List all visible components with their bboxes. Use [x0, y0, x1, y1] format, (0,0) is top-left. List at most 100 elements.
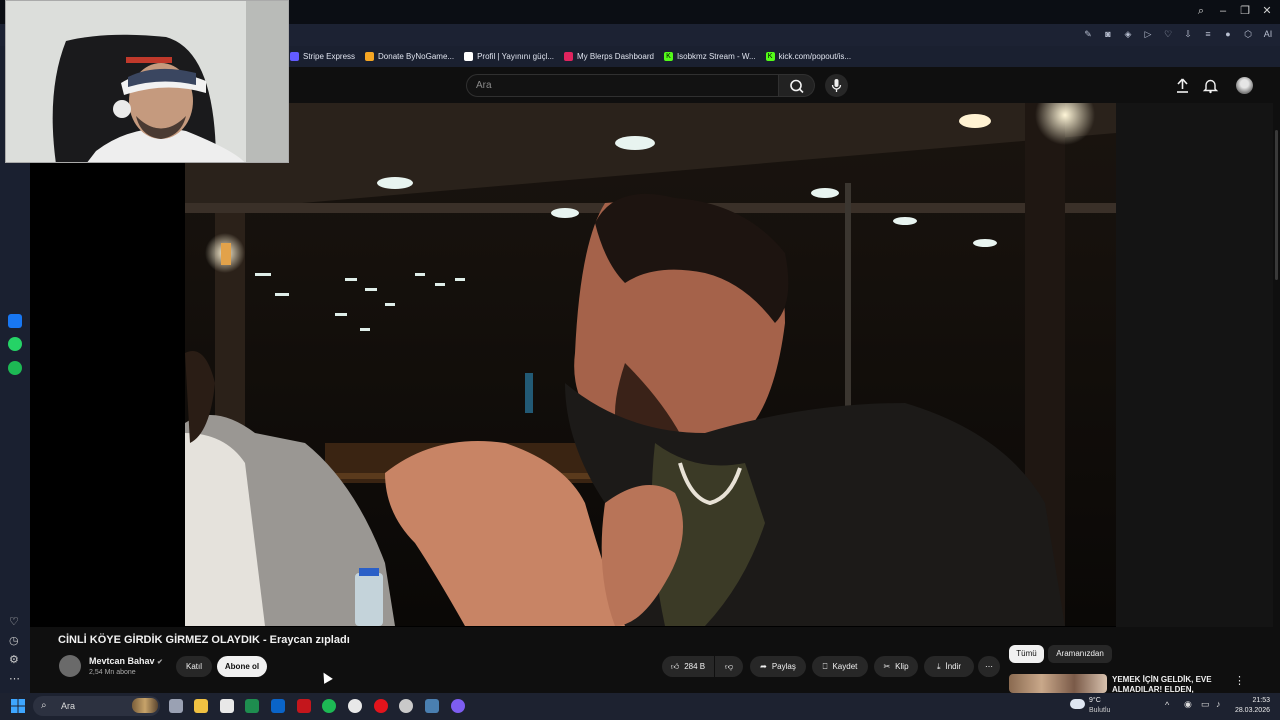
- bookmark-item[interactable]: Stripe Express: [290, 52, 355, 61]
- recommendation-thumbnail[interactable]: [1009, 674, 1107, 693]
- more-icon[interactable]: ⋯: [9, 672, 20, 685]
- scrollbar-thumb[interactable]: [1275, 130, 1278, 280]
- channel-avatar[interactable]: [59, 655, 81, 677]
- camera-icon[interactable]: ◙: [1102, 28, 1114, 40]
- share-button[interactable]: ➦ Paylaş: [750, 656, 806, 677]
- bookmark-icon: ⎕: [822, 662, 828, 671]
- excel-icon[interactable]: [245, 699, 259, 713]
- chip-from-searches[interactable]: Aramanızdan: [1048, 645, 1112, 663]
- steam-icon[interactable]: [425, 699, 439, 713]
- video-scene: [185, 103, 1116, 626]
- settings-icon[interactable]: ⚙: [9, 653, 19, 666]
- subscribe-button[interactable]: Abone ol: [217, 656, 267, 677]
- bookmark-label: Stripe Express: [303, 52, 356, 61]
- bookmark-item[interactable]: Donate ByNoGame...: [365, 52, 454, 61]
- microphone-icon[interactable]: ◉: [1184, 699, 1192, 710]
- bookmark-item[interactable]: My Blerps Dashboard: [564, 52, 654, 61]
- thumbs-up-icon: 👍︎: [670, 662, 680, 671]
- bookmark-label: Isobkmz Stream - W...: [676, 52, 756, 61]
- clip-button[interactable]: ✂ Klip: [874, 656, 918, 677]
- search-button[interactable]: [779, 74, 815, 97]
- upload-icon[interactable]: [1174, 77, 1191, 94]
- bynogame-icon: [365, 52, 375, 61]
- heart-icon[interactable]: ♡: [1162, 28, 1174, 40]
- messenger-icon[interactable]: [8, 314, 22, 328]
- ai-button[interactable]: AI: [1262, 28, 1274, 40]
- file-explorer-icon[interactable]: [194, 699, 208, 713]
- kick-icon: K: [765, 52, 775, 61]
- download-icon[interactable]: ⇩: [1182, 28, 1194, 40]
- clock-date[interactable]: 28.03.2026: [1230, 707, 1270, 714]
- volume-icon[interactable]: ♪: [1216, 699, 1221, 709]
- extension-icon[interactable]: ⬡: [1242, 28, 1254, 40]
- store-icon[interactable]: [220, 699, 234, 713]
- voice-search-button[interactable]: [825, 74, 848, 97]
- more-actions-button[interactable]: ⋯: [978, 656, 1000, 677]
- task-view-icon[interactable]: [169, 699, 183, 713]
- profile-icon[interactable]: ●: [1222, 28, 1234, 40]
- video-frame[interactable]: [185, 103, 1116, 626]
- webcam-scene: [6, 1, 288, 162]
- dislike-button[interactable]: 👎︎: [715, 656, 743, 677]
- mic-icon: [831, 79, 842, 92]
- blerp-icon: [564, 52, 574, 61]
- weather-description[interactable]: Bulutlu: [1089, 707, 1110, 714]
- share-label: Paylaş: [771, 662, 796, 671]
- start-button[interactable]: [11, 699, 25, 713]
- network-icon[interactable]: ▭: [1201, 699, 1210, 710]
- app-icon[interactable]: [297, 699, 311, 713]
- weather-temperature[interactable]: 9°C: [1089, 697, 1101, 704]
- history-icon[interactable]: ◷: [9, 634, 19, 647]
- chatgpt-icon[interactable]: [348, 699, 362, 713]
- search-icon[interactable]: ⌕: [1194, 3, 1208, 19]
- clock-time[interactable]: 21:53: [1240, 697, 1270, 704]
- more-vert-icon[interactable]: ⋮: [1234, 674, 1245, 687]
- scissors-icon: ✂: [883, 662, 891, 671]
- opera-gx-icon[interactable]: [399, 699, 413, 713]
- menu-icon[interactable]: ≡: [1202, 28, 1214, 40]
- minimize-button[interactable]: –: [1216, 3, 1230, 19]
- bookmark-label: kick.com/popout/is...: [778, 52, 852, 61]
- spotify-icon[interactable]: [322, 699, 336, 713]
- search-icon: [790, 79, 804, 94]
- download-button[interactable]: ⤓ İndir: [924, 656, 974, 677]
- save-button[interactable]: ⎕ Kaydet: [812, 656, 868, 677]
- bookmark-label: My Blerps Dashboard: [577, 52, 654, 61]
- search-icon: ⌕: [41, 700, 47, 711]
- bookmark-item[interactable]: Profil | Yayınını güçl...: [464, 52, 554, 61]
- download-label: İndir: [945, 662, 962, 671]
- weather-icon[interactable]: [1070, 699, 1085, 709]
- close-button[interactable]: ✕: [1260, 3, 1274, 19]
- more-icon: ⋯: [985, 662, 993, 671]
- webcam-overlay: [5, 0, 289, 163]
- extension-icons: ✎ ◙ ◈ ▷ ♡ ⇩ ≡ ● ⬡ AI: [1082, 28, 1274, 40]
- spotify-icon[interactable]: [8, 361, 22, 375]
- opera-icon[interactable]: [374, 699, 388, 713]
- play-icon[interactable]: ▷: [1142, 28, 1154, 40]
- restore-button[interactable]: ❐: [1238, 3, 1252, 19]
- like-button[interactable]: 👍︎ 284 B: [662, 656, 714, 677]
- verified-icon: ✔: [157, 659, 163, 666]
- bookmark-item[interactable]: Kkick.com/popout/is...: [765, 52, 852, 61]
- save-label: Kaydet: [832, 662, 858, 671]
- recommendation-title[interactable]: YEMEK İÇİN GELDİK, EVE ALMADILAR! ELDEN,…: [1112, 675, 1222, 694]
- search-input[interactable]: Ara: [466, 74, 779, 97]
- bookmark-label: Profil | Yayınını güçl...: [477, 52, 555, 61]
- notifications-icon[interactable]: [1202, 77, 1219, 94]
- chevron-up-icon[interactable]: ^: [1165, 700, 1169, 710]
- whatsapp-icon[interactable]: [8, 337, 22, 351]
- taskbar: [0, 693, 1280, 720]
- video-title: CİNLİ KÖYE GİRDİK GİRMEZ OLAYDIK - Erayc…: [58, 634, 350, 646]
- join-button[interactable]: Katıl: [176, 656, 212, 677]
- bookmark-item[interactable]: K Isobkmz Stream - W...: [663, 52, 756, 61]
- window-controls: ⌕ – ❐ ✕: [1194, 3, 1274, 19]
- edit-icon[interactable]: ✎: [1082, 28, 1094, 40]
- avatar[interactable]: [1236, 77, 1253, 94]
- channel-name[interactable]: Mevtcan Bahav ✔: [89, 656, 163, 666]
- outlook-icon[interactable]: [271, 699, 285, 713]
- chip-all[interactable]: Tümü: [1009, 645, 1044, 663]
- discord-icon[interactable]: [451, 699, 465, 713]
- clip-label: Klip: [895, 662, 909, 671]
- heart-icon[interactable]: ♡: [9, 615, 19, 628]
- shield-icon[interactable]: ◈: [1122, 28, 1134, 40]
